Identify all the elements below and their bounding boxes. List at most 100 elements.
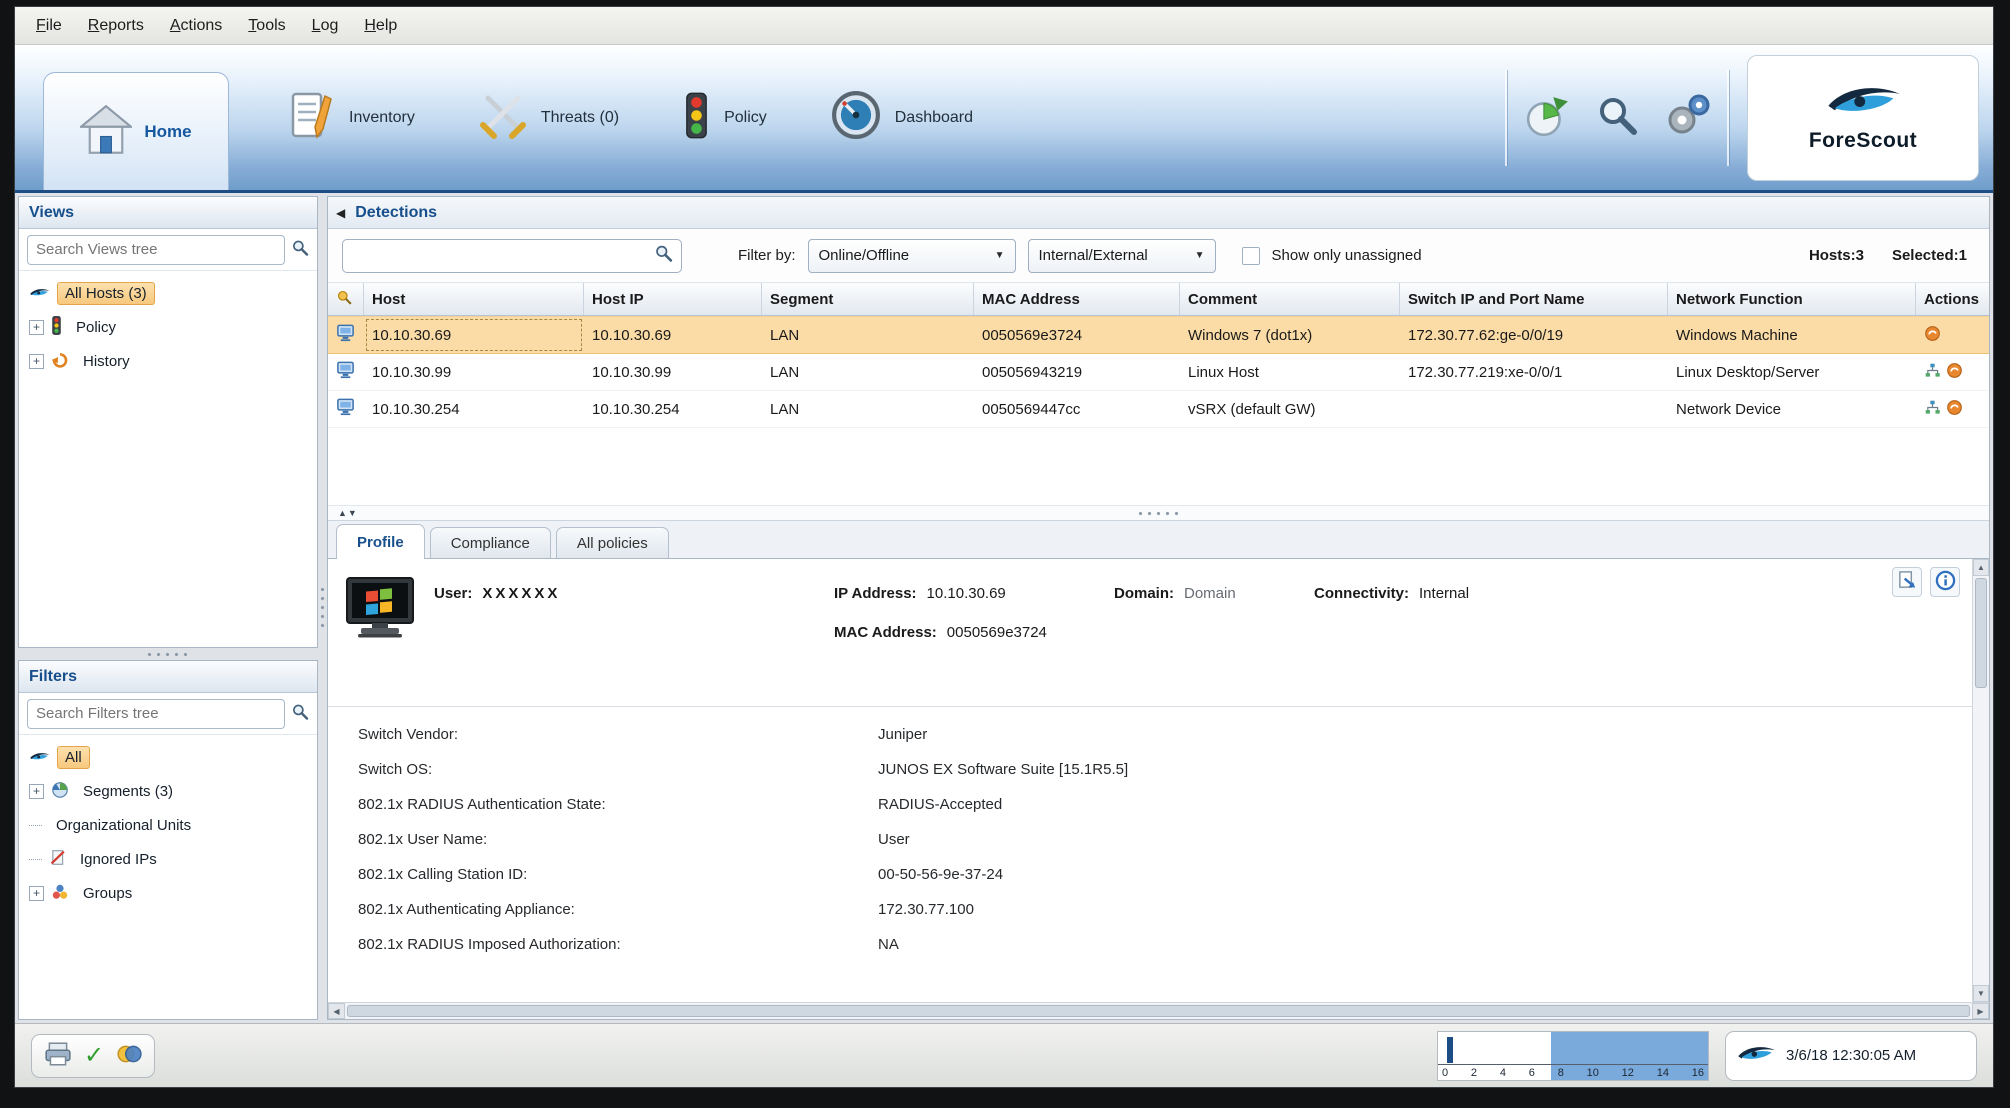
panel-splitter[interactable] xyxy=(18,648,318,660)
cell-host-ip: 10.10.30.254 xyxy=(584,391,762,427)
scroll-left-button[interactable]: ◀ xyxy=(328,1003,345,1019)
column-header-segment[interactable]: Segment xyxy=(762,283,974,315)
menu-item-reports[interactable]: Reports xyxy=(75,12,157,40)
search-icon[interactable] xyxy=(654,244,673,267)
scroll-right-button[interactable]: ▶ xyxy=(1972,1003,1989,1019)
menu-item-actions[interactable]: Actions xyxy=(157,12,235,40)
search-icon[interactable] xyxy=(291,703,309,725)
cell-network-function: Windows Machine xyxy=(1668,317,1916,353)
property-row: 802.1x RADIUS Authentication State: RADI… xyxy=(358,787,1972,822)
column-header-host-ip[interactable]: Host IP xyxy=(584,283,762,315)
scrollbar-thumb[interactable] xyxy=(1975,578,1987,688)
column-header-switch[interactable]: Switch IP and Port Name xyxy=(1400,283,1668,315)
options-button[interactable] xyxy=(1657,83,1717,153)
sidebar-item-ignored-ips[interactable]: Ignored IPs xyxy=(25,845,311,874)
column-header-network-function[interactable]: Network Function xyxy=(1668,283,1916,315)
property-row: Switch Vendor: Juniper xyxy=(358,717,1972,752)
menu-item-tools[interactable]: Tools xyxy=(235,12,298,40)
splitter-down-icon[interactable]: ▼ xyxy=(348,508,358,518)
license-icon[interactable] xyxy=(116,1041,142,1071)
property-row: Switch OS: JUNOS EX Software Suite [15.1… xyxy=(358,752,1972,787)
info-button[interactable] xyxy=(1930,567,1960,597)
collapse-left-icon[interactable]: ◀ xyxy=(336,206,345,220)
sidebar-item-all-hosts[interactable]: All Hosts (3) xyxy=(25,279,311,308)
activity-histogram[interactable]: 0 2 4 6 8 10 12 14 16 xyxy=(1437,1031,1709,1081)
eye-icon xyxy=(29,749,50,766)
cell-switch-port xyxy=(1400,391,1668,427)
hierarchy-action-icon[interactable] xyxy=(1924,362,1941,383)
sidebar: Views All Hosts (3) + Policy xyxy=(18,196,318,1020)
chevron-down-icon: ▼ xyxy=(1195,250,1205,261)
action-icon[interactable] xyxy=(1924,325,1941,346)
filters-panel: Filters All + Segments (3) xyxy=(18,660,318,1020)
scroll-up-button[interactable]: ▲ xyxy=(1973,559,1989,576)
hierarchy-action-icon[interactable] xyxy=(1924,399,1941,420)
property-label: 802.1x RADIUS Authentication State: xyxy=(358,796,878,813)
tab-home[interactable]: Home xyxy=(43,72,229,190)
property-value: 00-50-56-9e-37-24 xyxy=(878,866,1003,883)
sidebar-item-history[interactable]: + History xyxy=(25,347,311,376)
column-header-host[interactable]: Host xyxy=(364,283,584,315)
scroll-down-button[interactable]: ▼ xyxy=(1973,985,1989,1002)
hosts-search-input[interactable] xyxy=(351,246,648,265)
column-header-actions[interactable]: Actions xyxy=(1916,283,1989,315)
expand-toggle-icon[interactable]: + xyxy=(29,886,44,901)
info-icon xyxy=(1935,570,1956,595)
timestamp: 3/6/18 12:30:05 AM xyxy=(1786,1047,1916,1064)
internal-external-dropdown[interactable]: Internal/External ▼ xyxy=(1028,239,1216,273)
splitter-up-icon[interactable]: ▲ xyxy=(338,508,348,518)
show-only-unassigned-checkbox[interactable] xyxy=(1242,247,1260,265)
tab-dashboard[interactable]: Dashboard xyxy=(799,45,1005,190)
tab-all-policies[interactable]: All policies xyxy=(556,527,669,558)
expand-toggle-icon[interactable]: + xyxy=(29,354,44,369)
tab-policy[interactable]: Policy xyxy=(651,45,799,190)
menu-item-log[interactable]: Log xyxy=(299,12,352,40)
table-row[interactable]: 10.10.30.254 10.10.30.254 LAN 0050569447… xyxy=(328,391,1989,428)
sidebar-item-all[interactable]: All xyxy=(25,743,311,772)
expand-toggle-icon[interactable]: + xyxy=(29,320,44,335)
sidebar-item-organizational-units[interactable]: Organizational Units xyxy=(25,811,311,840)
tab-inventory[interactable]: Inventory xyxy=(255,45,447,190)
tree-connector xyxy=(29,859,42,860)
tick-label: 16 xyxy=(1692,1067,1704,1079)
table-row[interactable]: 10.10.30.69 10.10.30.69 LAN 0050569e3724… xyxy=(328,316,1989,354)
views-search-input[interactable] xyxy=(27,235,285,265)
sidebar-item-segments[interactable]: + Segments (3) xyxy=(25,777,311,806)
property-value: Juniper xyxy=(878,726,927,743)
sidebar-item-policy[interactable]: + Policy xyxy=(25,313,311,342)
search-icon[interactable] xyxy=(291,239,309,261)
reports-chart-button[interactable] xyxy=(1517,83,1577,153)
scrollbar-track xyxy=(1973,576,1989,985)
search-button[interactable] xyxy=(1587,83,1647,153)
cell-mac: 005056943219 xyxy=(974,354,1180,390)
filters-search-input[interactable] xyxy=(27,699,285,729)
mac-value: 0050569e3724 xyxy=(947,624,1047,641)
summary-mac: MAC Address: 0050569e3724 xyxy=(834,624,1114,641)
scrollbar-thumb[interactable] xyxy=(347,1005,1970,1017)
groups-icon xyxy=(51,883,69,905)
pin-column-header[interactable] xyxy=(328,283,364,315)
sidebar-splitter[interactable] xyxy=(318,196,327,1020)
online-offline-dropdown[interactable]: Online/Offline ▼ xyxy=(808,239,1016,273)
selected-count: Selected:1 xyxy=(1892,247,1967,264)
export-button[interactable] xyxy=(1892,567,1922,597)
expand-toggle-icon[interactable]: + xyxy=(29,784,44,799)
ip-value: 10.10.30.69 xyxy=(927,585,1006,602)
column-header-comment[interactable]: Comment xyxy=(1180,283,1400,315)
action-icon[interactable] xyxy=(1946,362,1963,383)
details-splitter[interactable]: ▲ ▼ xyxy=(328,505,1989,521)
column-header-mac[interactable]: MAC Address xyxy=(974,283,1180,315)
connection-ok-icon[interactable]: ✓ xyxy=(84,1044,104,1068)
action-icon[interactable] xyxy=(1946,399,1963,420)
tab-compliance[interactable]: Compliance xyxy=(430,527,551,558)
menu-item-file[interactable]: File xyxy=(23,12,75,40)
tab-inventory-label: Inventory xyxy=(349,109,415,127)
table-row[interactable]: 10.10.30.99 10.10.30.99 LAN 005056943219… xyxy=(328,354,1989,391)
sidebar-item-groups[interactable]: + Groups xyxy=(25,879,311,908)
tab-profile[interactable]: Profile xyxy=(336,524,425,559)
menu-item-help[interactable]: Help xyxy=(351,12,410,40)
mac-label: MAC Address: xyxy=(834,624,937,641)
tab-threats[interactable]: Threats (0) xyxy=(447,45,651,190)
appliance-icon[interactable] xyxy=(44,1041,72,1071)
tab-policy-label: Policy xyxy=(724,109,767,127)
